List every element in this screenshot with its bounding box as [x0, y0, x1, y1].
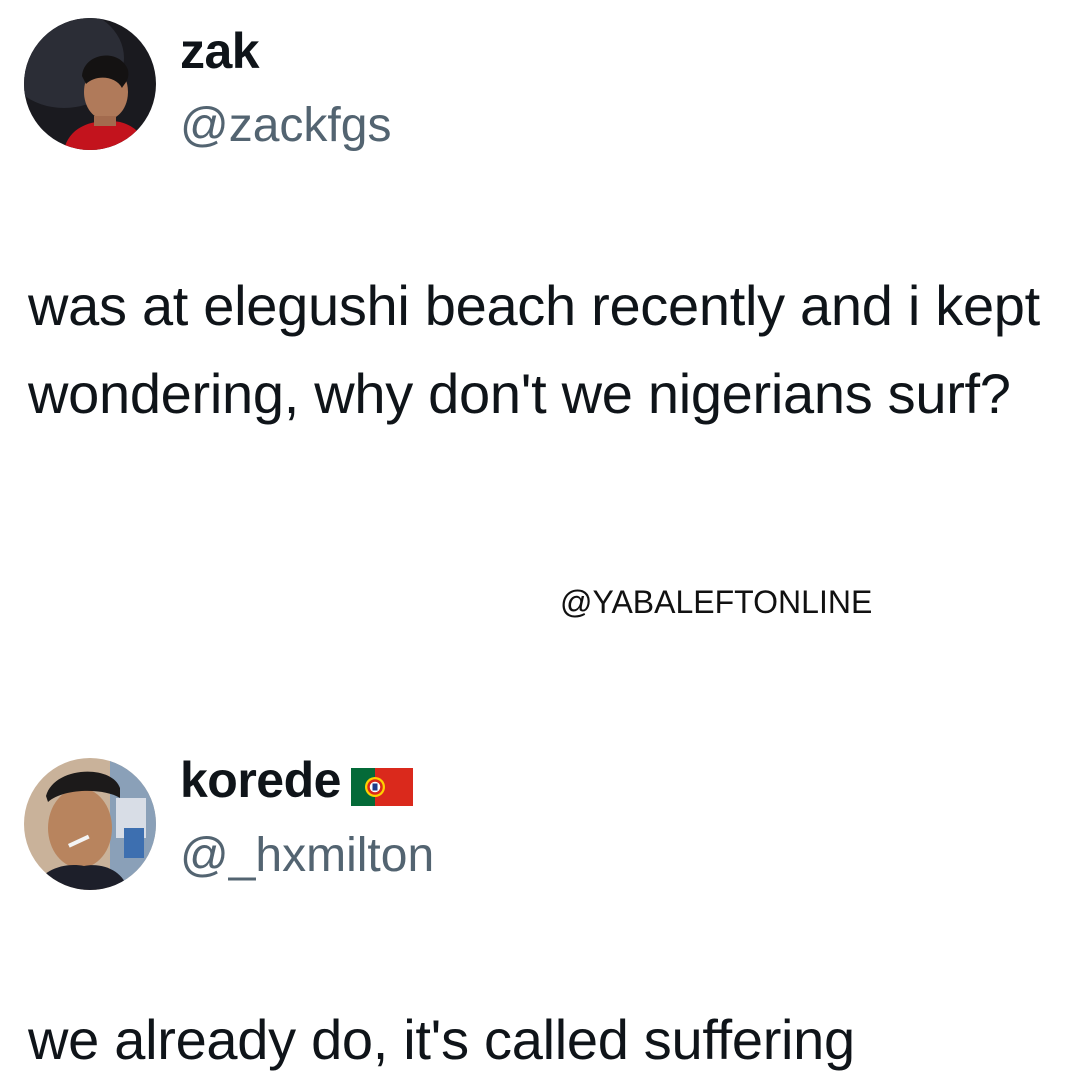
display-name[interactable]: zak — [180, 26, 260, 76]
avatar-zak[interactable] — [24, 18, 156, 150]
portugal-flag-icon — [350, 764, 413, 806]
user-handle[interactable]: @_hxmilton — [180, 832, 434, 880]
tweet-text: was at elegushi beach recently and i kep… — [28, 274, 1040, 425]
avatar-korede[interactable] — [24, 758, 156, 890]
user-handle[interactable]: @zackfgs — [180, 102, 391, 150]
tweet-text: we already do, it's called suffering — [28, 1008, 855, 1071]
display-name-text: korede — [180, 752, 341, 808]
display-name[interactable]: korede — [180, 752, 413, 808]
watermark: @YABALEFTONLINE — [560, 584, 873, 620]
